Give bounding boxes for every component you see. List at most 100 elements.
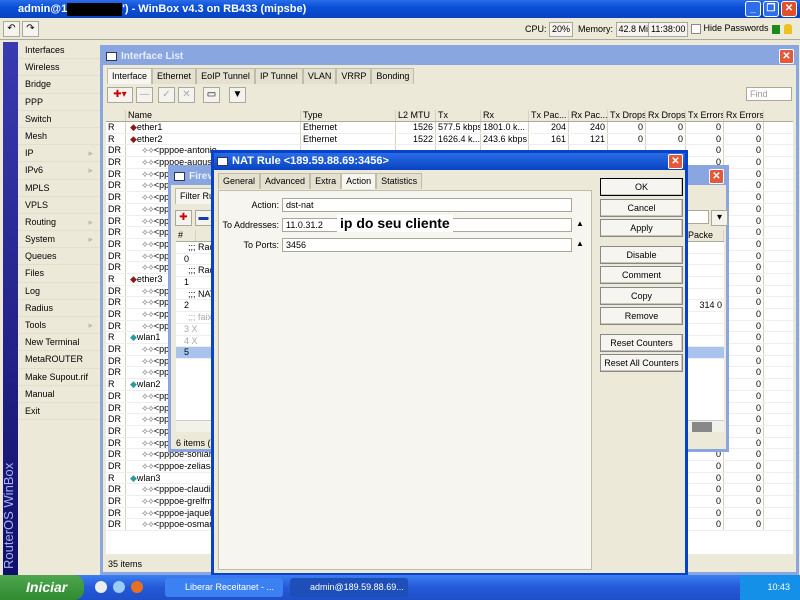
- sidebar-item-files[interactable]: Files: [18, 265, 100, 283]
- window-icon: [106, 52, 117, 61]
- cancel-button[interactable]: Cancel: [600, 198, 683, 217]
- tab-ip-tunnel[interactable]: IP Tunnel: [254, 68, 303, 84]
- add-icon[interactable]: ✚▾: [107, 87, 133, 103]
- sidebar-item-switch[interactable]: Switch: [18, 111, 100, 128]
- table-row[interactable]: R ◆ether1 Ethernet 1526 577.5 kbps 1801.0 k..…: [106, 122, 793, 134]
- disable-icon[interactable]: ✕: [178, 87, 195, 103]
- sidebar-item-routing[interactable]: Routing ▸: [18, 214, 100, 232]
- sidebar-item-ipv6[interactable]: IPv6 ▸: [18, 162, 100, 180]
- sidebar-item-log[interactable]: Log: [18, 283, 100, 300]
- minimize-button[interactable]: _: [745, 1, 761, 17]
- tab-general[interactable]: General: [218, 173, 261, 189]
- sidebar-item-wireless[interactable]: Wireless: [18, 59, 100, 77]
- ie-icon[interactable]: [113, 581, 125, 593]
- column-header[interactable]: L2 MTU: [396, 110, 436, 121]
- tab-vlan[interactable]: VLAN: [302, 68, 337, 84]
- sidebar-item-mesh[interactable]: Mesh: [18, 128, 100, 146]
- sidebar-item-exit[interactable]: Exit: [18, 403, 100, 421]
- column-header[interactable]: Tx: [436, 110, 481, 121]
- sidebar-item-mpls[interactable]: MPLS: [18, 180, 100, 197]
- task-receitanet[interactable]: Liberar Receitanet - ...: [165, 578, 283, 597]
- sidebar-item-queues[interactable]: Queues: [18, 248, 100, 266]
- name-text: <pp: [153, 425, 170, 436]
- tab-extra[interactable]: Extra: [310, 173, 342, 189]
- task-winbox[interactable]: admin@189.59.88.69...: [290, 578, 408, 597]
- ok-button[interactable]: OK: [600, 178, 683, 196]
- add-icon[interactable]: ✚: [175, 210, 192, 226]
- enable-icon[interactable]: ✓: [158, 87, 175, 103]
- apply-button[interactable]: Apply: [600, 219, 683, 237]
- cell: DR: [106, 250, 126, 262]
- collapse-arrow-icon[interactable]: ▲: [576, 239, 584, 248]
- submenu-arrow-icon: ▸: [88, 234, 93, 245]
- sidebar-item-system[interactable]: System ▸: [18, 231, 100, 249]
- close-button[interactable]: ✕: [709, 169, 724, 184]
- reset-all-counters-button[interactable]: Reset All Counters: [600, 354, 683, 372]
- sidebar-item-make-supout-rif[interactable]: Make Supout.rif: [18, 369, 100, 386]
- column-header[interactable]: Tx Errors: [686, 110, 724, 121]
- tab-interface[interactable]: Interface: [107, 68, 153, 84]
- hide-passwords-checkbox[interactable]: [691, 23, 701, 34]
- sidebar-item-interfaces[interactable]: Interfaces: [18, 42, 100, 60]
- column-header[interactable]: Name: [126, 110, 301, 121]
- tab-statistics[interactable]: Statistics: [376, 173, 423, 189]
- sidebar-item-new-terminal[interactable]: New Terminal: [18, 334, 100, 352]
- remove-icon[interactable]: ▬: [195, 210, 212, 226]
- remove-button[interactable]: Remove: [600, 307, 683, 325]
- column-header-number[interactable]: #: [176, 230, 196, 241]
- column-header[interactable]: Tx Pac...: [529, 110, 569, 121]
- redo-icon[interactable]: ↷: [22, 21, 39, 37]
- find-input[interactable]: Find: [746, 87, 792, 101]
- copy-button[interactable]: Copy: [600, 286, 683, 305]
- disable-button[interactable]: Disable: [600, 245, 683, 264]
- cell: DR: [106, 496, 126, 507]
- column-header-packets[interactable]: Packe: [686, 230, 724, 241]
- close-button[interactable]: ✕: [781, 1, 797, 17]
- close-button[interactable]: ✕: [779, 49, 794, 64]
- tab-eoip-tunnel[interactable]: EoIP Tunnel: [196, 68, 255, 84]
- sidebar-item-ip[interactable]: IP ▸: [18, 145, 100, 163]
- table-row[interactable]: R ◆ether2 Ethernet 1522 1626.4 k... 243.6 kbp…: [106, 133, 793, 146]
- sidebar-item-bridge[interactable]: Bridge: [18, 76, 100, 94]
- firefox-icon[interactable]: [131, 581, 143, 593]
- column-header[interactable]: Type: [301, 110, 396, 121]
- sidebar-item-manual[interactable]: Manual: [18, 386, 100, 403]
- reset-counters-button[interactable]: Reset Counters: [600, 333, 683, 352]
- cell: 0: [724, 273, 764, 285]
- tab-vrrp[interactable]: VRRP: [336, 68, 372, 84]
- comment-button[interactable]: Comment: [600, 266, 683, 284]
- tab-bonding[interactable]: Bonding: [371, 68, 415, 84]
- column-header[interactable]: Tx Drops: [608, 110, 646, 121]
- sidebar-item-tools[interactable]: Tools ▸: [18, 317, 100, 335]
- sidebar-item-vpls[interactable]: VPLS: [18, 197, 100, 214]
- filter-icon[interactable]: ▼: [229, 87, 246, 103]
- sidebar-item-metarouter[interactable]: MetaROUTER: [18, 351, 100, 369]
- column-header[interactable]: Rx Drops: [646, 110, 686, 121]
- sidebar-item-ppp[interactable]: PPP: [18, 94, 100, 111]
- cell: 0: [686, 519, 724, 531]
- column-header[interactable]: [106, 110, 126, 121]
- start-button[interactable]: Iniciar: [0, 575, 84, 600]
- sidebar-item-radius[interactable]: Radius: [18, 300, 100, 317]
- tab-ethernet[interactable]: Ethernet: [152, 68, 197, 84]
- interface-list-titlebar[interactable]: Interface List ✕: [103, 48, 796, 65]
- remove-icon[interactable]: —: [136, 87, 153, 103]
- restore-button[interactable]: ❐: [763, 1, 779, 17]
- tab-advanced[interactable]: Advanced: [260, 173, 311, 189]
- media-player-icon[interactable]: [95, 581, 107, 593]
- column-header[interactable]: Rx Errors: [724, 110, 764, 121]
- cell: 0: [646, 122, 686, 133]
- close-button[interactable]: ✕: [668, 154, 683, 169]
- column-header[interactable]: Rx Pac...: [569, 110, 608, 121]
- undo-icon[interactable]: ↶: [3, 21, 20, 37]
- action-select[interactable]: dst-nat: [282, 198, 572, 212]
- collapse-arrow-icon[interactable]: ▲: [576, 219, 584, 228]
- packets-cell: [686, 242, 724, 253]
- to-ports-input[interactable]: 3456: [282, 238, 572, 252]
- find-dropdown-icon[interactable]: ▾: [711, 210, 728, 226]
- tab-action[interactable]: Action: [341, 173, 377, 189]
- column-header[interactable]: Rx: [481, 110, 529, 121]
- nat-rule-titlebar[interactable]: NAT Rule <189.59.88.69:3456> ✕: [214, 153, 685, 170]
- scrollbar-thumb[interactable]: [692, 422, 712, 432]
- comment-icon[interactable]: ▭: [203, 87, 220, 103]
